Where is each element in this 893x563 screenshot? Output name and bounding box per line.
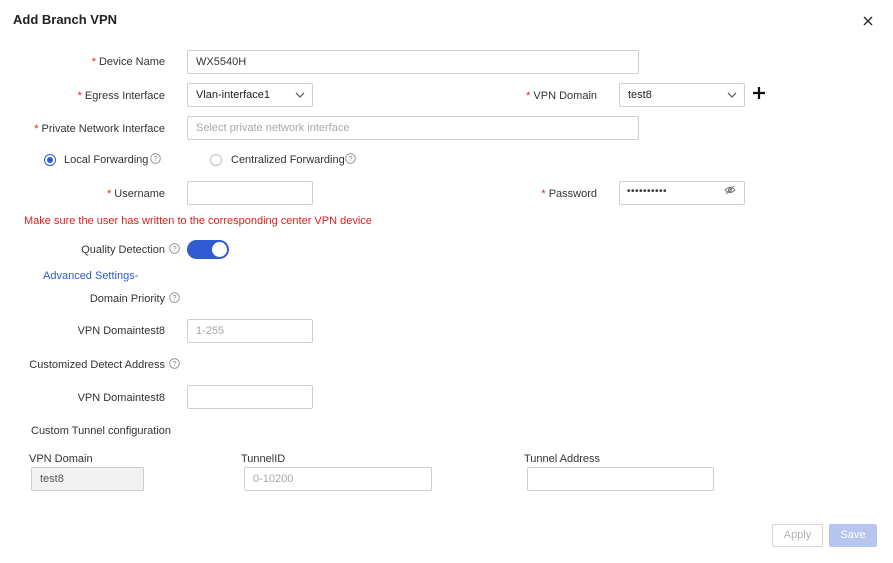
help-icon[interactable]: ? (150, 153, 161, 164)
centralized-forwarding-radio[interactable] (210, 154, 222, 166)
help-icon[interactable]: ? (169, 358, 180, 369)
detect-vpn-domain-label: VPN Domaintest8 (77, 392, 165, 404)
tunnel-vpn-domain-value: test8 (40, 473, 64, 485)
help-icon[interactable]: ? (169, 292, 180, 303)
chevron-down-icon (727, 92, 737, 98)
tunnel-id-input[interactable] (244, 467, 432, 491)
column-vpn-domain: VPN Domain (29, 453, 93, 465)
username-input[interactable] (187, 181, 313, 205)
vpn-domain-value: test8 (628, 89, 652, 101)
tunnel-address-input[interactable] (527, 467, 714, 491)
dialog-title: Add Branch VPN (13, 12, 118, 27)
device-name-input[interactable] (187, 50, 639, 74)
customized-detect-address-label: Customized Detect Address (29, 359, 165, 371)
domain-priority-label: Domain Priority (89, 293, 165, 305)
svg-text:?: ? (172, 359, 176, 368)
svg-text:?: ? (348, 154, 352, 163)
local-forwarding-label: Local Forwarding (64, 154, 149, 166)
add-branch-vpn-dialog: Add Branch VPN *Device Name *Egress Inte… (0, 0, 893, 563)
required-marker: * (34, 123, 39, 135)
private-network-interface-label: * Private Network Interface (34, 123, 165, 135)
help-icon[interactable]: ? (169, 243, 180, 254)
egress-interface-label: * Egress Interface (77, 90, 165, 102)
device-name-label: * Device Name (91, 56, 165, 68)
local-forwarding-radio[interactable] (44, 154, 56, 166)
password-masked-value: •••••••••• (627, 186, 668, 197)
eye-slash-icon[interactable] (724, 185, 736, 195)
column-tunnel-id: TunnelID (241, 453, 286, 465)
egress-interface-value: Vlan-interface1 (196, 89, 270, 101)
svg-text:?: ? (172, 244, 176, 253)
warning-message: Make sure the user has written to the co… (24, 215, 372, 227)
required-marker: * (541, 188, 546, 200)
svg-text:?: ? (153, 154, 157, 163)
priority-input[interactable] (187, 319, 313, 343)
required-marker: * (106, 188, 112, 200)
toggle-knob (212, 242, 227, 257)
column-tunnel-address: Tunnel Address (524, 453, 601, 465)
vpn-domain-label: * VPN Domain (526, 90, 597, 102)
custom-tunnel-label: Custom Tunnel configuration (31, 425, 172, 437)
chevron-down-icon (295, 92, 305, 98)
password-label: * Password (541, 188, 597, 200)
private-network-interface-input[interactable] (187, 116, 639, 140)
required-marker: * (77, 90, 82, 102)
priority-vpn-domain-label: VPN Domaintest8 (77, 325, 165, 337)
quality-detection-label: Quality Detection (81, 244, 165, 256)
add-vpn-domain-icon[interactable] (751, 85, 767, 101)
required-marker: * (526, 90, 531, 102)
advanced-settings-link[interactable]: Advanced Settings- (43, 270, 138, 282)
tunnel-vpn-domain-field: test8 (31, 467, 144, 491)
quality-detection-toggle[interactable] (187, 240, 229, 259)
apply-button[interactable]: Apply (772, 524, 823, 547)
egress-interface-select[interactable]: Vlan-interface1 (187, 83, 313, 107)
username-label: * Username (106, 188, 165, 200)
detect-address-input[interactable] (187, 385, 313, 409)
svg-text:?: ? (172, 293, 176, 302)
required-marker: * (91, 56, 96, 68)
centralized-forwarding-label: Centralized Forwarding (231, 154, 345, 166)
close-icon[interactable] (858, 11, 878, 31)
help-icon[interactable]: ? (345, 153, 356, 164)
vpn-domain-select[interactable]: test8 (619, 83, 745, 107)
save-button[interactable]: Save (829, 524, 877, 547)
